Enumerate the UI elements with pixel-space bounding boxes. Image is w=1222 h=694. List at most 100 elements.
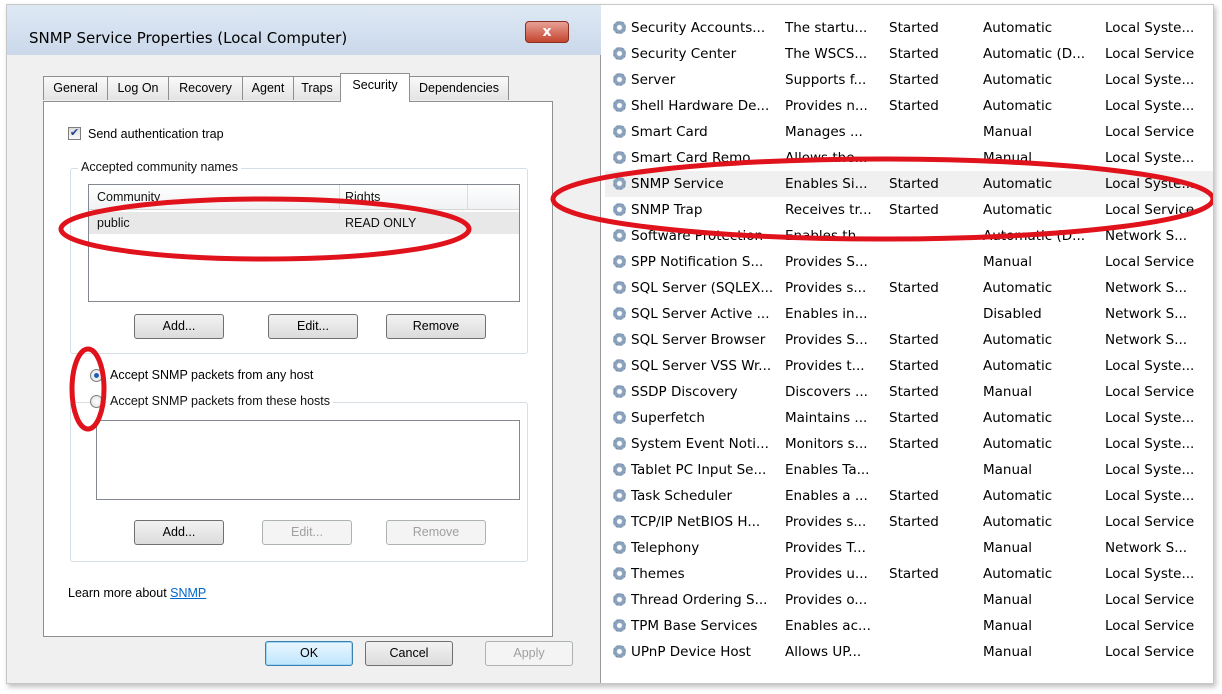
hosts-edit-button[interactable]: Edit... [262, 520, 352, 545]
service-status: Started [889, 72, 939, 88]
service-name: SPP Notification S... [631, 254, 764, 270]
service-row[interactable]: Smart Card Manages ... Manual Local Service [605, 119, 1213, 145]
community-remove-button[interactable]: Remove [386, 314, 486, 339]
accept-any-host-label: Accept SNMP packets from any host [110, 368, 314, 382]
service-row[interactable]: SQL Server Active ... Enables in... Disabl… [605, 301, 1213, 327]
service-row[interactable]: Tablet PC Input Se... Enables Ta... Manual… [605, 457, 1213, 483]
service-startup-type: Disabled [983, 306, 1042, 322]
service-row[interactable]: Telephony Provides T... Manual Network S... [605, 535, 1213, 561]
service-row[interactable]: SPP Notification S... Provides S... Manual… [605, 249, 1213, 275]
service-name: Themes [631, 566, 685, 582]
service-status: Started [889, 176, 939, 192]
service-name: SQL Server Browser [631, 332, 766, 348]
tab-agent[interactable]: Agent [242, 76, 294, 100]
tab-security[interactable]: Security [340, 73, 410, 102]
service-name: SQL Server Active ... [631, 306, 770, 322]
service-startup-type: Automatic (D... [983, 46, 1086, 62]
service-log-on-as: Local Syste... [1105, 98, 1195, 114]
service-row-snmp-service[interactable]: SNMP Service Enables Si... Started Automati… [605, 171, 1213, 197]
service-name: SQL Server (SQLEX... [631, 280, 774, 296]
hosts-list[interactable] [96, 420, 520, 500]
service-startup-type: Manual [983, 540, 1033, 556]
service-log-on-as: Local Service [1105, 254, 1195, 270]
service-row[interactable]: Server Supports f... Started Automatic Local… [605, 67, 1213, 93]
service-description: Maintains ... [785, 410, 868, 426]
close-button[interactable]: x [525, 21, 569, 43]
service-description: Provides s... [785, 280, 867, 296]
service-log-on-as: Local Syste... [1105, 436, 1195, 452]
services-list[interactable]: Security Accounts... The startu... Started… [605, 5, 1213, 683]
service-log-on-as: Local Syste... [1105, 150, 1195, 166]
service-name: Software Protection [631, 228, 764, 244]
service-row[interactable]: Smart Card Remo... Allows the... Manual Loc… [605, 145, 1213, 171]
snmp-help-link[interactable]: SNMP [170, 586, 206, 600]
service-row[interactable]: SQL Server Browser Provides S... Started Au… [605, 327, 1213, 353]
service-description: Provides o... [785, 592, 868, 608]
service-row[interactable]: Security Accounts... The startu... Started… [605, 15, 1213, 41]
community-add-button[interactable]: Add... [134, 314, 224, 339]
tab-log-on[interactable]: Log On [107, 76, 169, 100]
service-row[interactable]: TCP/IP NetBIOS H... Provides s... Started A… [605, 509, 1213, 535]
service-name: Thread Ordering S... [631, 592, 768, 608]
service-description: Enables in... [785, 306, 868, 322]
service-row[interactable]: SQL Server (SQLEX... Provides s... Started… [605, 275, 1213, 301]
service-name: Smart Card Remo... [631, 150, 764, 166]
gear-icon [613, 619, 626, 632]
service-row[interactable]: Superfetch Maintains ... Started Automatic L… [605, 405, 1213, 431]
service-log-on-as: Local Syste... [1105, 462, 1195, 478]
service-row[interactable]: TPM Base Services Enables ac... Manual Loca… [605, 613, 1213, 639]
accept-these-hosts-radio[interactable] [90, 395, 103, 408]
service-log-on-as: Local Syste... [1105, 358, 1195, 374]
community-row[interactable]: public READ ONLY [89, 212, 519, 234]
service-row[interactable]: Software Protection Enables th... Automati… [605, 223, 1213, 249]
service-description: Provides T... [785, 540, 866, 556]
gear-icon [613, 541, 626, 554]
service-row[interactable]: Thread Ordering S... Provides o... Manual L… [605, 587, 1213, 613]
gear-icon [613, 47, 626, 60]
column-rights[interactable]: Rights [345, 190, 380, 204]
hosts-add-button[interactable]: Add... [134, 520, 224, 545]
service-row[interactable]: Shell Hardware De... Provides n... Started… [605, 93, 1213, 119]
accept-any-host-radio[interactable] [90, 369, 103, 382]
tab-recovery[interactable]: Recovery [168, 76, 243, 100]
service-description: The startu... [785, 20, 868, 36]
service-log-on-as: Local Syste... [1105, 488, 1195, 504]
ok-button[interactable]: OK [265, 641, 353, 666]
service-startup-type: Manual [983, 644, 1033, 660]
close-icon: x [542, 24, 552, 40]
tab-general[interactable]: General [43, 76, 108, 100]
service-row[interactable]: System Event Noti... Monitors s... Started… [605, 431, 1213, 457]
service-status: Started [889, 384, 939, 400]
service-row[interactable]: Security Center The WSCS... Started Automat… [605, 41, 1213, 67]
community-group-title: Accepted community names [78, 160, 242, 174]
tab-dependencies[interactable]: Dependencies [409, 76, 509, 100]
gear-icon [613, 489, 626, 502]
column-community[interactable]: Community [97, 190, 160, 204]
service-startup-type: Manual [983, 254, 1033, 270]
tab-traps[interactable]: Traps [293, 76, 341, 100]
cancel-button[interactable]: Cancel [365, 641, 453, 666]
service-row[interactable]: Themes Provides u... Started Automatic Local… [605, 561, 1213, 587]
service-row[interactable]: Task Scheduler Enables a ... Started Automa… [605, 483, 1213, 509]
service-description: Monitors s... [785, 436, 868, 452]
service-name: Shell Hardware De... [631, 98, 770, 114]
service-status: Started [889, 20, 939, 36]
learn-more-prefix: Learn more about [68, 586, 171, 600]
hosts-remove-button[interactable]: Remove [386, 520, 486, 545]
apply-button[interactable]: Apply [485, 641, 573, 666]
community-list[interactable]: Community Rights public READ ONLY [88, 184, 520, 302]
service-row[interactable]: UPnP Device Host Allows UP... Manual Local … [605, 639, 1213, 665]
service-log-on-as: Local Service [1105, 124, 1195, 140]
service-status: Started [889, 202, 939, 218]
gear-icon [613, 385, 626, 398]
service-row[interactable]: SQL Server VSS Wr... Provides t... Started… [605, 353, 1213, 379]
community-edit-button[interactable]: Edit... [268, 314, 358, 339]
service-name: Security Center [631, 46, 737, 62]
send-auth-trap-checkbox[interactable]: ✔ [68, 127, 81, 140]
service-row-snmp-trap[interactable]: SNMP Trap Receives tr... Started Automatic L… [605, 197, 1213, 223]
service-row[interactable]: SSDP Discovery Discovers ... Started Manual… [605, 379, 1213, 405]
gear-icon [613, 203, 626, 216]
dialog-titlebar[interactable]: SNMP Service Properties (Local Computer)… [7, 5, 601, 55]
service-startup-type: Automatic [983, 358, 1053, 374]
service-startup-type: Manual [983, 124, 1033, 140]
